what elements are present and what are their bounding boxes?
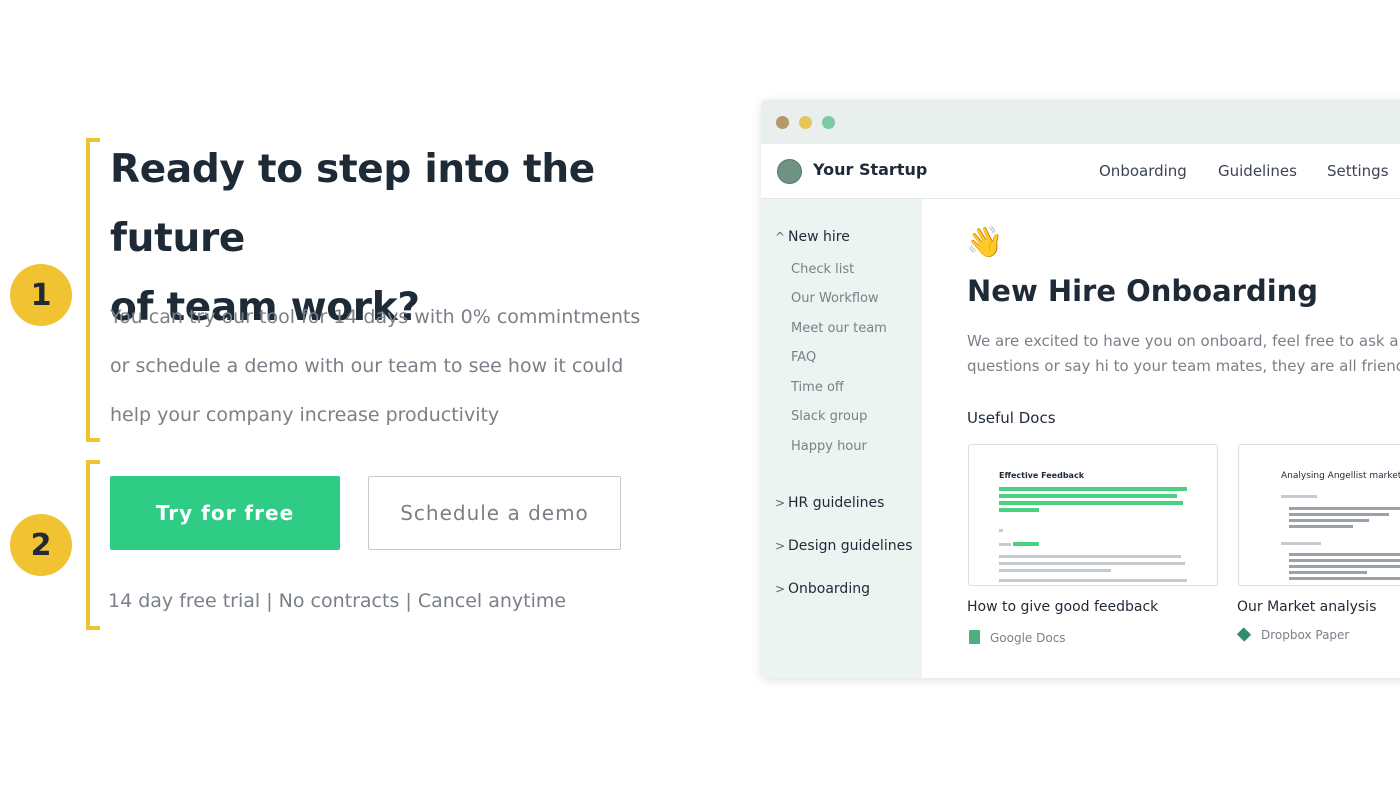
doc-text-line [999, 543, 1011, 546]
app-name[interactable]: Your Startup [813, 160, 927, 179]
dropbox-paper-icon [1236, 627, 1252, 642]
try-for-free-button[interactable]: Try for free [110, 476, 340, 550]
step-1-bracket [86, 138, 100, 442]
doc-text-line [999, 579, 1187, 582]
sidebar: ^ New hire Check list Our Workflow Meet o… [761, 199, 922, 678]
step-2-bracket [86, 460, 100, 630]
doc-text-line [999, 529, 1003, 532]
doc-text-line [999, 562, 1185, 565]
sidebar-item-meet-our-team[interactable]: Meet our team [791, 321, 887, 336]
sidebar-item-time-off[interactable]: Time off [791, 380, 844, 395]
trial-note: 14 day free trial | No contracts | Cance… [108, 590, 567, 612]
chevron-right-icon: > [775, 496, 786, 510]
step-2-badge: 2 [10, 514, 72, 576]
doc-text-line [999, 555, 1181, 558]
doc-bullet-line [1289, 577, 1400, 580]
doc-highlight [999, 501, 1183, 505]
doc-bullet-line [1289, 553, 1400, 556]
schedule-demo-button[interactable]: Schedule a demo [368, 476, 621, 550]
useful-docs-heading: Useful Docs [967, 409, 1056, 427]
window-minimize-dot[interactable] [799, 116, 812, 129]
step-1-badge: 1 [10, 264, 72, 326]
sidebar-item-faq[interactable]: FAQ [791, 350, 816, 365]
window-titlebar [761, 100, 1400, 144]
page-title: New Hire Onboarding [967, 274, 1319, 308]
doc-title-market-analysis[interactable]: Our Market analysis [1237, 599, 1376, 615]
doc-bullet-line [1289, 519, 1369, 522]
chevron-up-icon: ^ [775, 230, 786, 244]
doc-source-label: Google Docs [990, 631, 1066, 645]
sidebar-group-label: New hire [788, 229, 850, 245]
doc-bullet-line [1289, 559, 1400, 562]
sidebar-item-check-list[interactable]: Check list [791, 262, 854, 277]
nav-onboarding[interactable]: Onboarding [1099, 162, 1187, 180]
doc-preview-title: Analysing Angellist markets [1281, 471, 1400, 481]
app-logo-icon[interactable] [777, 159, 802, 184]
hero-title-line: Ready to step into the future [110, 147, 595, 261]
doc-title-feedback[interactable]: How to give good feedback [967, 599, 1158, 615]
doc-source-label: Dropbox Paper [1261, 628, 1350, 642]
hero-subtitle-line: help your company increase productivity [110, 404, 500, 426]
google-docs-icon [969, 630, 980, 644]
hero-subtitle: You can try our tool for 14 days with 0%… [110, 293, 670, 440]
waving-hand-icon: 👋 [966, 225, 1004, 260]
doc-bullet-line [1289, 571, 1367, 574]
hero-subtitle-line: or schedule a demo with our team to see … [110, 355, 624, 377]
sidebar-group-design-guidelines[interactable]: > Design guidelines [775, 538, 913, 554]
page-intro-line: questions or say hi to your team mates, … [967, 357, 1400, 375]
sidebar-group-label: Design guidelines [788, 538, 913, 554]
doc-bullet-line [1289, 525, 1353, 528]
page-intro-line: We are excited to have you on onboard, f… [967, 332, 1400, 350]
doc-highlight [1013, 542, 1039, 546]
doc-preview-market-analysis[interactable]: Analysing Angellist markets [1238, 444, 1400, 586]
doc-bullet-line [1289, 565, 1400, 568]
sidebar-group-onboarding[interactable]: > Onboarding [775, 581, 870, 597]
doc-source-feedback[interactable]: Google Docs [969, 630, 1066, 645]
doc-text-line [1281, 495, 1317, 498]
window-close-dot[interactable] [776, 116, 789, 129]
doc-text-line [999, 569, 1111, 572]
sidebar-group-label: Onboarding [788, 581, 870, 597]
sidebar-item-our-workflow[interactable]: Our Workflow [791, 291, 879, 306]
app-window: Your Startup Onboarding Guidelines Setti… [761, 100, 1400, 678]
sidebar-group-hr-guidelines[interactable]: > HR guidelines [775, 495, 884, 511]
doc-source-market-analysis[interactable]: Dropbox Paper [1236, 627, 1350, 642]
chevron-right-icon: > [775, 539, 786, 553]
app-header: Your Startup Onboarding Guidelines Setti… [761, 144, 1400, 199]
sidebar-group-new-hire[interactable]: ^ New hire [775, 229, 850, 245]
page-intro: We are excited to have you on onboard, f… [967, 329, 1400, 379]
nav-guidelines[interactable]: Guidelines [1218, 162, 1297, 180]
doc-bullet-line [1289, 507, 1400, 510]
doc-bullet-line [1289, 513, 1389, 516]
doc-highlight [999, 487, 1187, 491]
doc-preview-title: Effective Feedback [999, 471, 1085, 480]
doc-preview-feedback[interactable]: Effective Feedback [968, 444, 1218, 586]
sidebar-item-happy-hour[interactable]: Happy hour [791, 439, 867, 454]
sidebar-group-label: HR guidelines [788, 495, 885, 511]
doc-highlight [999, 494, 1177, 498]
nav-settings[interactable]: Settings [1327, 162, 1389, 180]
doc-text-line [1281, 542, 1321, 545]
window-maximize-dot[interactable] [822, 116, 835, 129]
chevron-right-icon: > [775, 582, 786, 596]
sidebar-item-slack-group[interactable]: Slack group [791, 409, 867, 424]
hero-subtitle-line: You can try our tool for 14 days with 0%… [110, 306, 641, 328]
doc-highlight [999, 508, 1039, 512]
